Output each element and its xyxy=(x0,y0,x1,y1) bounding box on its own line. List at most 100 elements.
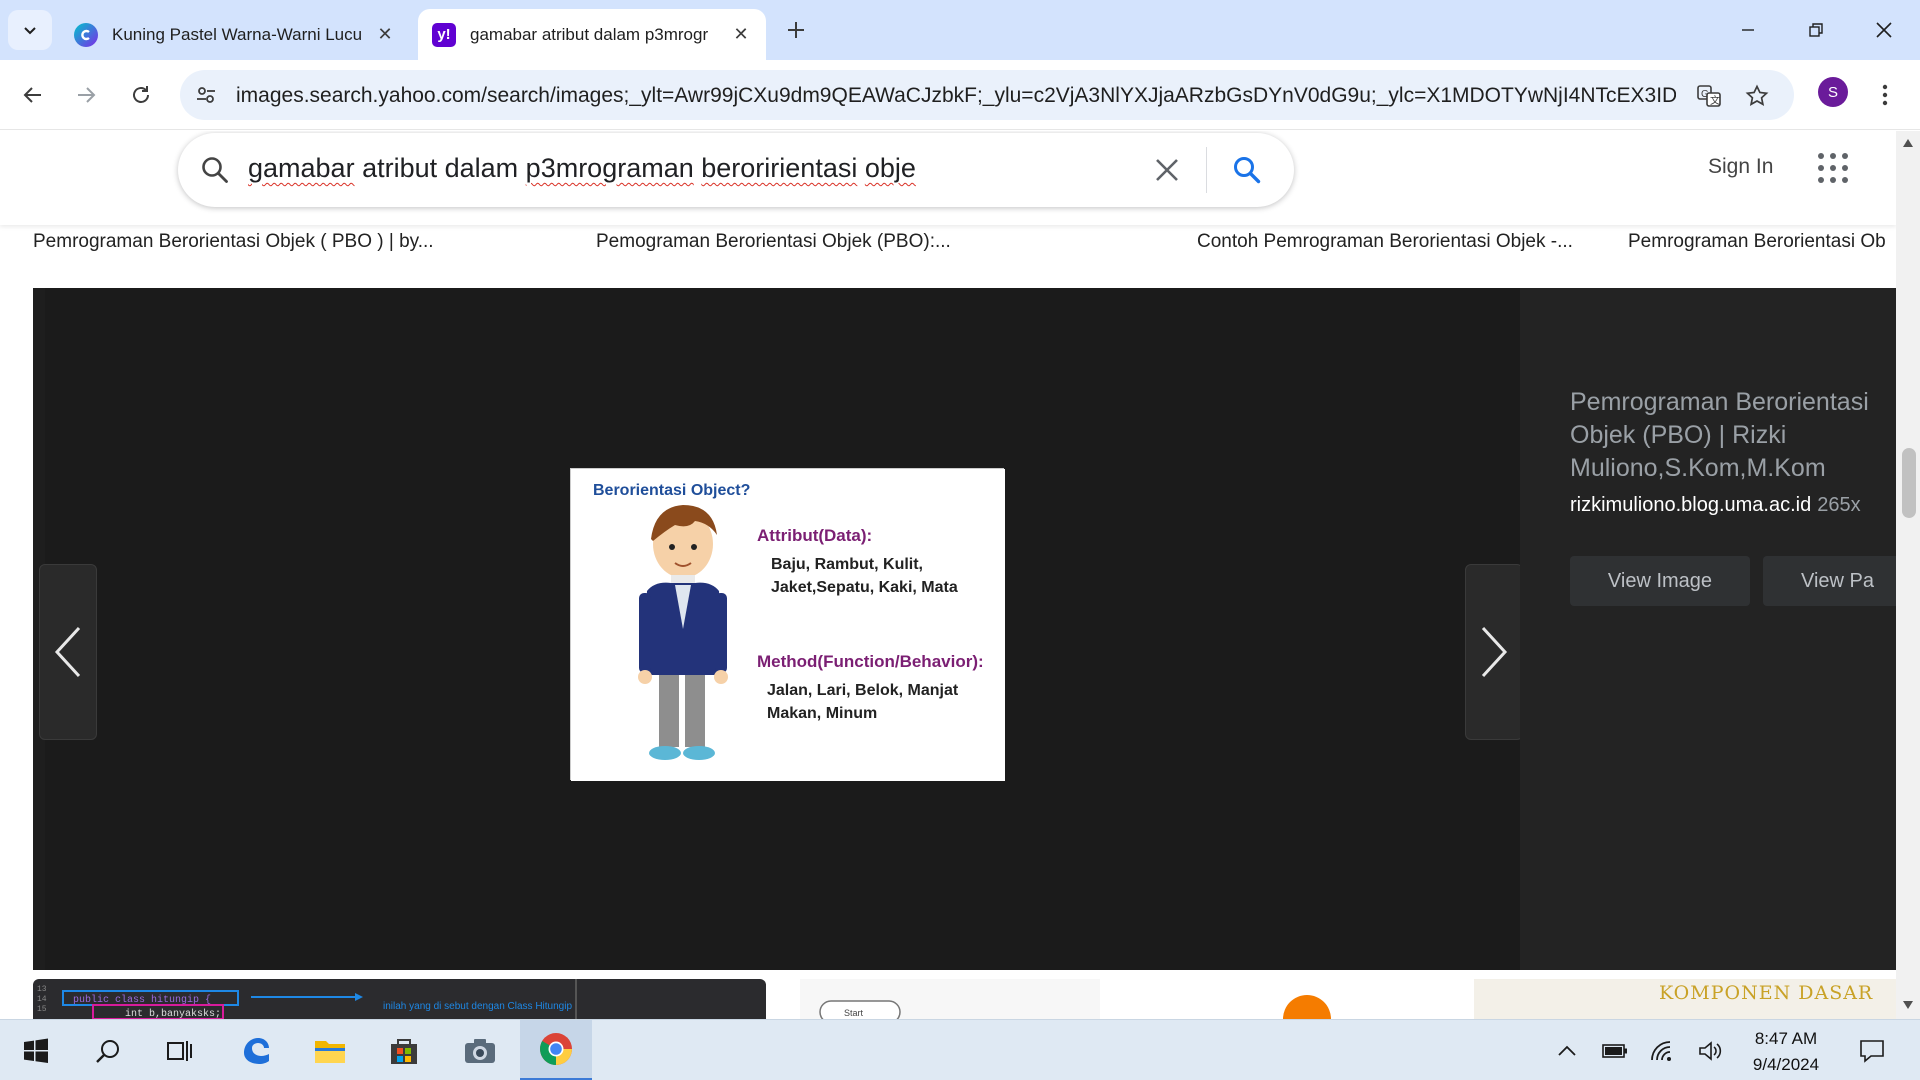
result-caption[interactable]: Pemograman Berorientasi Objek (PBO):... xyxy=(596,231,1116,253)
code-thumbnail: 13 14 15 public class hitungip { int b,b… xyxy=(37,979,577,1019)
divider xyxy=(1206,147,1207,193)
page-scrollbar[interactable] xyxy=(1896,131,1920,1019)
address-bar[interactable]: images.search.yahoo.com/search/images;_y… xyxy=(180,70,1794,120)
browser-menu-icon[interactable] xyxy=(1870,77,1900,113)
scroll-up-icon[interactable] xyxy=(1903,139,1913,147)
arrow-right-icon xyxy=(78,87,96,103)
tab-search-button[interactable] xyxy=(8,10,52,50)
edge-icon xyxy=(244,1037,269,1064)
yahoo-icon: y! xyxy=(432,22,456,47)
close-tab-icon[interactable]: ✕ xyxy=(374,24,396,46)
komponen-thumbnail: KOMPONEN DASAR xyxy=(1659,982,1873,1004)
preview-image[interactable]: Berorientasi Object? Attribut(Data): Baj… xyxy=(570,468,1005,781)
code-line: int b,banyaksks; xyxy=(125,1008,221,1019)
svg-text:文: 文 xyxy=(1710,94,1720,107)
start-button[interactable] xyxy=(0,1020,72,1080)
view-image-button[interactable]: View Image xyxy=(1570,556,1750,606)
battery-icon[interactable] xyxy=(1598,1034,1632,1068)
result-thumbnail[interactable]: Start xyxy=(800,979,1100,1019)
result-thumbnail[interactable] xyxy=(1112,979,1462,1019)
new-tab-button[interactable] xyxy=(780,14,812,46)
task-view-button[interactable] xyxy=(144,1020,216,1080)
previous-image-button[interactable] xyxy=(39,564,97,740)
result-caption[interactable]: Pemrograman Berorientasi Ob xyxy=(1628,231,1896,253)
restore-icon xyxy=(1809,23,1823,37)
folder-icon xyxy=(315,1040,345,1063)
chevron-down-icon xyxy=(24,27,36,35)
close-tab-icon[interactable]: ✕ xyxy=(730,24,752,46)
file-explorer-taskbar-button[interactable] xyxy=(294,1020,366,1080)
minimize-button[interactable] xyxy=(1718,8,1778,52)
back-button[interactable] xyxy=(14,76,52,114)
site-info-icon[interactable] xyxy=(192,81,220,109)
result-caption[interactable]: Contoh Pemrograman Berorientasi Objek -.… xyxy=(1197,231,1617,253)
result-caption[interactable]: Pemrograman Berorientasi Objek ( PBO ) |… xyxy=(33,231,553,253)
search-button[interactable] xyxy=(72,1020,144,1080)
search-icon xyxy=(1234,157,1261,184)
chevron-up-icon xyxy=(1558,1045,1576,1056)
profile-avatar[interactable]: S xyxy=(1818,77,1848,107)
flowchart-start-label: Start xyxy=(844,1008,864,1018)
logo-thumbnail xyxy=(1283,995,1331,1019)
image-dimensions: 265x xyxy=(1817,494,1861,516)
search-icon xyxy=(202,157,228,183)
browser-toolbar: images.search.yahoo.com/search/images;_y… xyxy=(0,60,1920,130)
arrow-left-icon xyxy=(23,87,41,103)
komponen-text: KOMPONEN DASAR xyxy=(1659,982,1873,1004)
image-viewer: Berorientasi Object? Attribut(Data): Baj… xyxy=(33,288,1896,970)
close-icon xyxy=(1156,159,1178,181)
wifi-icon[interactable] xyxy=(1646,1034,1680,1068)
tab-strip: Kuning Pastel Warna-Warni Lucu ✕ y! gama… xyxy=(0,0,1920,60)
search-query-text[interactable]: gamabar atribut dalam p3mrograman berori… xyxy=(248,153,916,184)
minimize-icon xyxy=(1742,29,1754,31)
notification-icon xyxy=(1860,1040,1884,1063)
result-thumbnail[interactable]: 13 14 15 public class hitungip { int b,b… xyxy=(33,979,766,1019)
close-window-button[interactable] xyxy=(1854,8,1914,52)
view-page-button[interactable]: View Pa xyxy=(1763,556,1896,606)
store-taskbar-button[interactable] xyxy=(368,1020,440,1080)
illustration-attr-line: Jaket,Sepatu, Kaki, Mata xyxy=(771,579,958,596)
image-source[interactable]: rizkimuliono.blog.uma.ac.id 265x xyxy=(1570,494,1861,517)
chrome-taskbar-button[interactable] xyxy=(520,1020,592,1080)
tab-canva[interactable]: Kuning Pastel Warna-Warni Lucu ✕ xyxy=(60,9,410,60)
result-thumbnail[interactable]: KOMPONEN DASAR xyxy=(1474,979,1896,1019)
scroll-down-icon[interactable] xyxy=(1903,1001,1913,1009)
canva-icon xyxy=(74,22,98,47)
system-clock[interactable]: 8:47 AM 9/4/2024 xyxy=(1724,1026,1848,1078)
clear-search-button[interactable] xyxy=(1148,151,1186,189)
forward-button[interactable] xyxy=(67,76,105,114)
yahoo-search-box[interactable]: gamabar atribut dalam p3mrograman berori… xyxy=(178,133,1294,207)
scrollbar-thumb[interactable] xyxy=(1902,448,1916,518)
svg-text:13: 13 xyxy=(37,985,47,994)
volume-icon[interactable] xyxy=(1694,1034,1728,1068)
flowchart-thumbnail: Start xyxy=(819,1000,901,1019)
viewer-stage: Berorientasi Object? Attribut(Data): Baj… xyxy=(45,288,1520,970)
sign-in-link[interactable]: Sign In xyxy=(1708,155,1773,179)
reload-button[interactable] xyxy=(122,76,160,114)
illustration-heading: Berorientasi Object? xyxy=(593,482,750,499)
bookmark-star-icon[interactable] xyxy=(1742,81,1772,111)
show-hidden-icons-button[interactable] xyxy=(1550,1034,1584,1068)
next-image-button[interactable] xyxy=(1465,564,1523,740)
camera-icon xyxy=(465,1038,495,1063)
yahoo-header: gamabar atribut dalam p3mrograman berori… xyxy=(0,131,1896,225)
notifications-button[interactable] xyxy=(1852,1034,1892,1068)
translate-icon[interactable]: G文 xyxy=(1694,81,1724,111)
plus-icon xyxy=(788,22,804,38)
windows-taskbar: 8:47 AM 9/4/2024 xyxy=(0,1019,1920,1080)
source-domain[interactable]: rizkimuliono.blog.uma.ac.id xyxy=(1570,494,1811,516)
camera-taskbar-button[interactable] xyxy=(444,1020,516,1080)
store-icon xyxy=(391,1038,417,1064)
chevron-left-icon xyxy=(54,626,81,678)
restore-button[interactable] xyxy=(1786,8,1846,52)
search-submit-button[interactable] xyxy=(1228,151,1266,189)
task-view-icon xyxy=(167,1040,192,1061)
windows-icon xyxy=(24,1038,48,1063)
oop-illustration: Berorientasi Object? Attribut(Data): Baj… xyxy=(571,469,1005,781)
image-title[interactable]: Pemrograman Berorientasi Objek (PBO) | R… xyxy=(1570,386,1896,485)
tab-yahoo-images[interactable]: y! gamabar atribut dalam p3mrogr ✕ xyxy=(418,9,766,60)
edge-taskbar-button[interactable] xyxy=(220,1020,292,1080)
apps-grid-icon[interactable] xyxy=(1818,153,1848,183)
image-details-panel: Pemrograman Berorientasi Objek (PBO) | R… xyxy=(1520,288,1896,970)
svg-text:15: 15 xyxy=(37,1005,47,1014)
